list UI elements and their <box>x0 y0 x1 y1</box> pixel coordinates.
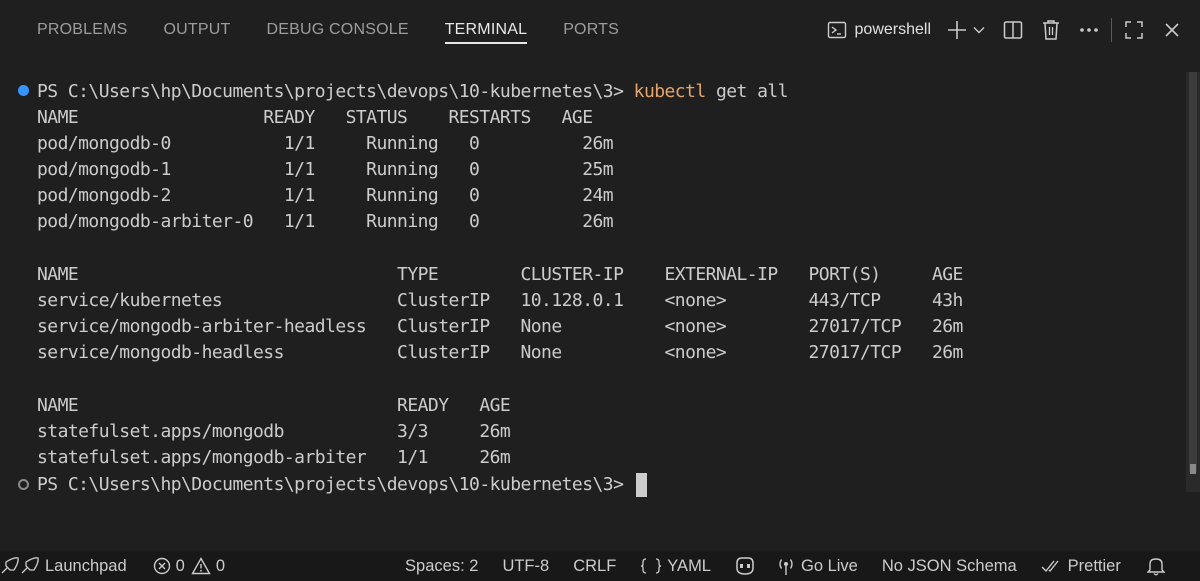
encoding-item[interactable]: UTF-8 <box>502 551 549 581</box>
launchpad-label: Launchpad <box>45 556 127 575</box>
shell-label: powershell <box>854 21 931 38</box>
panel-actions: powershell <box>827 0 1200 60</box>
encoding-label: UTF-8 <box>502 556 550 575</box>
command-pending-dot-icon[interactable] <box>18 479 29 490</box>
scrollbar-thumb[interactable] <box>1189 72 1197 472</box>
prettier-item[interactable]: Prettier <box>1041 551 1121 581</box>
tab-problems[interactable]: PROBLEMS <box>37 0 128 60</box>
copilot-item[interactable] <box>733 551 762 581</box>
terminal-output[interactable]: PS C:\Users\hp\Documents\projects\devops… <box>0 72 1182 542</box>
terminal-panel: PROBLEMS OUTPUT DEBUG CONSOLE TERMINAL P… <box>0 0 1200 551</box>
status-bar: Launchpad 0 0 Spaces: 2 UTF-8 CRLF YAML <box>0 551 1200 581</box>
split-terminal-button[interactable] <box>1001 18 1025 42</box>
prompt: PS C:\Users\hp\Documents\projects\devops… <box>37 474 634 495</box>
braces-icon <box>641 558 662 574</box>
shell-selector-button[interactable]: powershell <box>827 20 931 40</box>
new-terminal-button[interactable] <box>945 18 969 42</box>
error-icon <box>153 557 170 575</box>
close-panel-button[interactable] <box>1160 18 1184 42</box>
go-live-label: Go Live <box>801 556 858 575</box>
problems-item[interactable]: 0 0 <box>153 551 225 581</box>
broadcast-icon <box>779 559 793 575</box>
rocket-icon <box>1 557 39 574</box>
tab-ports[interactable]: PORTS <box>563 0 619 60</box>
bell-icon <box>1146 558 1165 576</box>
more-icon <box>1080 28 1098 32</box>
panel-tabs: PROBLEMS OUTPUT DEBUG CONSOLE TERMINAL P… <box>37 0 655 60</box>
service-row: service/mongodb-arbiter-headless Cluster… <box>37 316 963 337</box>
pod-row: pod/mongodb-0 1/1 Running 0 26m <box>37 133 614 154</box>
pod-row: pod/mongodb-1 1/1 Running 0 25m <box>37 159 614 180</box>
command-name: kubectl <box>633 81 707 102</box>
notifications-item[interactable] <box>1146 551 1170 581</box>
json-schema-label: No JSON Schema <box>881 556 1017 575</box>
pod-row: pod/mongodb-arbiter-0 1/1 Running 0 26m <box>37 211 614 232</box>
error-count: 0 <box>175 556 185 575</box>
eol-item[interactable]: CRLF <box>573 551 616 581</box>
maximize-icon <box>1125 21 1143 39</box>
current-prompt-line: PS C:\Users\hp\Documents\projects\devops… <box>37 472 647 498</box>
terminal-icon <box>827 21 846 39</box>
tab-output[interactable]: OUTPUT <box>164 0 231 60</box>
indentation-label: Spaces: 2 <box>405 556 479 575</box>
more-actions-button[interactable] <box>1077 18 1101 42</box>
double-check-icon <box>1041 560 1059 573</box>
add-icon <box>948 21 966 39</box>
language-label: YAML <box>667 556 711 575</box>
prompt: PS C:\Users\hp\Documents\projects\devops… <box>37 81 634 102</box>
service-row: service/mongodb-headless ClusterIP None … <box>37 342 963 363</box>
copilot-icon <box>736 557 754 575</box>
scrollbar-cursor-marker <box>1190 464 1196 474</box>
chevron-down-icon <box>973 27 985 34</box>
language-mode-item[interactable]: YAML <box>640 551 711 581</box>
launchpad-item[interactable]: Launchpad <box>0 551 127 581</box>
split-icon <box>1003 21 1023 39</box>
service-row: service/kubernetes ClusterIP 10.128.0.1 … <box>37 290 963 311</box>
services-header: NAME TYPE CLUSTER-IP EXTERNAL-IP PORT(S)… <box>37 264 963 285</box>
tab-terminal[interactable]: TERMINAL <box>444 0 528 60</box>
terminal-dropdown-button[interactable] <box>969 18 989 42</box>
panel-tab-bar: PROBLEMS OUTPUT DEBUG CONSOLE TERMINAL P… <box>0 0 1200 60</box>
command-args: get all <box>705 81 789 102</box>
indentation-item[interactable]: Spaces: 2 <box>405 551 478 581</box>
pod-row: pod/mongodb-2 1/1 Running 0 24m <box>37 185 614 206</box>
statefulsets-header: NAME READY AGE <box>37 395 511 416</box>
statefulset-row: statefulset.apps/mongodb 3/3 26m <box>37 421 511 442</box>
warning-count: 0 <box>215 556 226 575</box>
prettier-label: Prettier <box>1067 556 1121 575</box>
kill-terminal-button[interactable] <box>1039 18 1063 42</box>
maximize-panel-button[interactable] <box>1122 18 1146 42</box>
pods-header: NAME READY STATUS RESTARTS AGE <box>37 107 593 128</box>
eol-label: CRLF <box>573 556 617 575</box>
json-schema-item[interactable]: No JSON Schema <box>882 551 1017 581</box>
terminal-cursor <box>635 473 647 497</box>
statefulset-row: statefulset.apps/mongodb-arbiter 1/1 26m <box>37 447 511 468</box>
command-success-dot-icon[interactable] <box>18 85 29 96</box>
tab-debug-console[interactable]: DEBUG CONSOLE <box>267 0 409 60</box>
warning-icon <box>191 557 211 575</box>
terminal-scrollbar[interactable] <box>1186 72 1200 492</box>
toolbar-divider <box>1111 18 1112 42</box>
go-live-item[interactable]: Go Live <box>776 551 858 581</box>
close-icon <box>1165 23 1179 37</box>
command-line: PS C:\Users\hp\Documents\projects\devops… <box>37 79 789 105</box>
trash-icon <box>1043 20 1059 40</box>
